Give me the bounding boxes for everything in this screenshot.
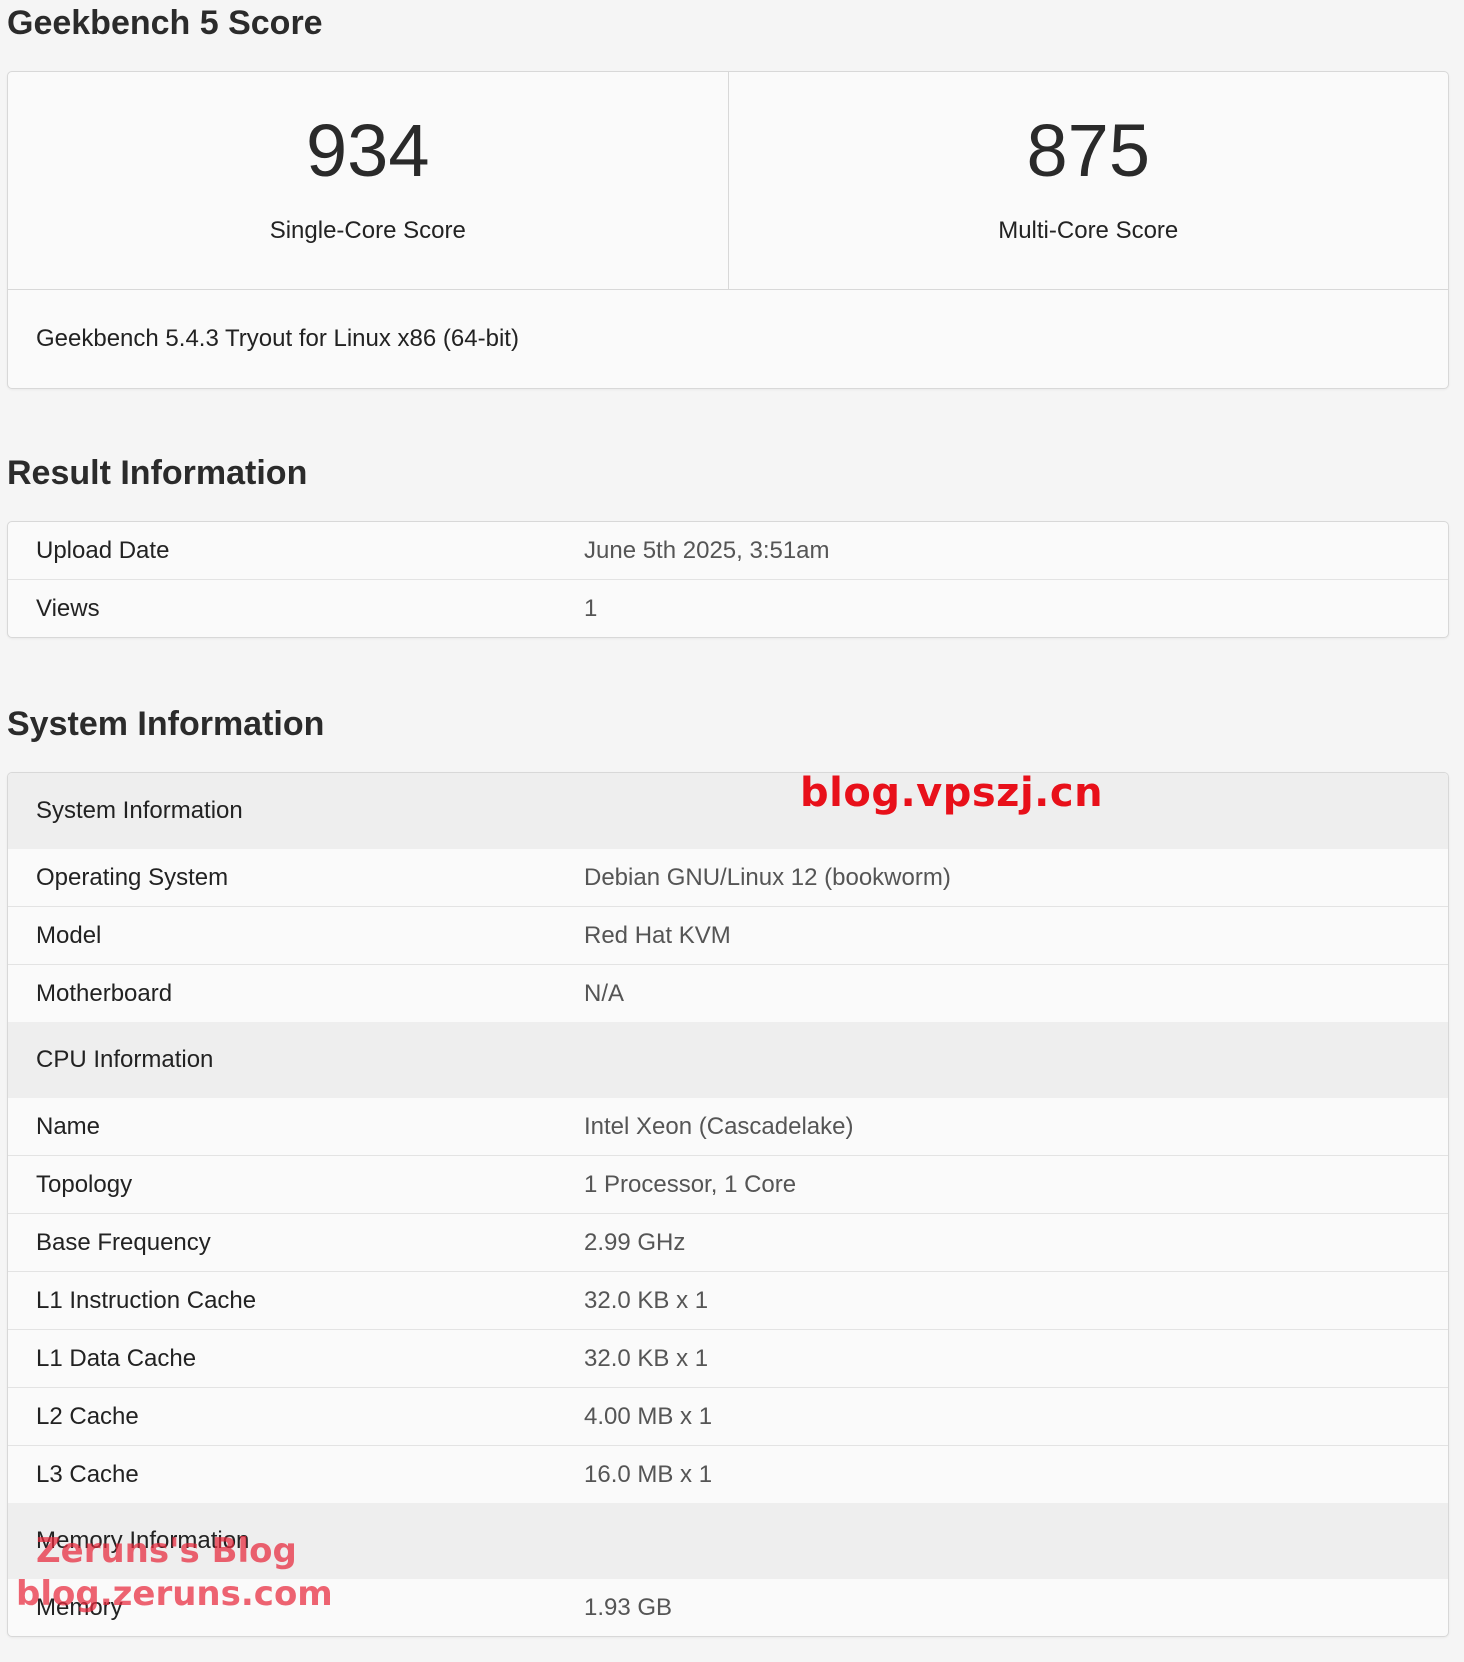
l2-cache-value: 4.00 MB x 1 (584, 1402, 713, 1430)
watermark-top: blog.vpszj.cn (800, 770, 1104, 816)
multi-core-score-label: Multi-Core Score (998, 217, 1179, 244)
result-info-table: Upload Date June 5th 2025, 3:51am Views … (7, 521, 1449, 638)
geekbench-version[interactable]: Geekbench 5.4.3 Tryout for Linux x86 (64… (8, 290, 1448, 388)
table-row: Upload Date June 5th 2025, 3:51am (8, 522, 1448, 579)
multi-core-score-value: 875 (1026, 109, 1150, 192)
l2-cache-key: L2 Cache (36, 1402, 139, 1430)
system-section-title: System Information (7, 705, 325, 743)
table-row: L1 Instruction Cache 32.0 KB x 1 (8, 1271, 1448, 1329)
single-core-cell: 934 Single-Core Score (8, 72, 728, 289)
score-row: 934 Single-Core Score 875 Multi-Core Sco… (8, 72, 1448, 290)
table-row: Operating System Debian GNU/Linux 12 (bo… (8, 849, 1448, 906)
topology-key: Topology (36, 1170, 133, 1198)
cpu-name-value[interactable]: Intel Xeon (Cascadelake) (556, 1113, 1448, 1141)
table-row: L1 Data Cache 32.0 KB x 1 (8, 1329, 1448, 1387)
watermark-bottom-title: Zeruns's Blog (36, 1531, 297, 1571)
views-key: Views (36, 594, 100, 622)
cpu-name-key: Name (36, 1112, 101, 1140)
score-card: 934 Single-Core Score 875 Multi-Core Sco… (7, 71, 1449, 389)
table-row: Base Frequency 2.99 GHz (8, 1213, 1448, 1271)
table-row: Model Red Hat KVM (8, 906, 1448, 964)
l1-instruction-cache-value: 32.0 KB x 1 (584, 1286, 709, 1314)
base-frequency-key: Base Frequency (36, 1228, 211, 1256)
base-frequency-value: 2.99 GHz (584, 1228, 686, 1256)
memory-value: 1.93 GB (584, 1593, 673, 1621)
l3-cache-value: 16.0 MB x 1 (584, 1460, 713, 1488)
l1-data-cache-key: L1 Data Cache (36, 1344, 197, 1372)
single-core-score-value: 934 (306, 109, 430, 192)
multi-core-cell: 875 Multi-Core Score (727, 72, 1449, 289)
score-section-title: Geekbench 5 Score (7, 4, 323, 42)
table-row: Views 1 (8, 579, 1448, 637)
single-core-score-label: Single-Core Score (269, 217, 466, 244)
motherboard-value: N/A (584, 979, 625, 1007)
topology-value: 1 Processor, 1 Core (584, 1170, 797, 1198)
motherboard-key: Motherboard (36, 979, 173, 1007)
table-row: L3 Cache 16.0 MB x 1 (8, 1445, 1448, 1503)
table-row: Topology 1 Processor, 1 Core (8, 1155, 1448, 1213)
upload-date-value: June 5th 2025, 3:51am (584, 536, 830, 564)
os-key: Operating System (36, 863, 229, 891)
table-row: Motherboard N/A (8, 964, 1448, 1022)
l1-data-cache-value: 32.0 KB x 1 (584, 1344, 709, 1372)
table-row: L2 Cache 4.00 MB x 1 (8, 1387, 1448, 1445)
system-info-table: System Information Operating System Debi… (7, 772, 1449, 1637)
group-header-system: System Information (8, 773, 1448, 849)
table-row: Name Intel Xeon (Cascadelake) (8, 1098, 1448, 1155)
group-header-cpu: CPU Information (8, 1022, 1448, 1098)
l3-cache-key: L3 Cache (36, 1460, 139, 1488)
model-key: Model (36, 921, 102, 949)
upload-date-key: Upload Date (36, 536, 170, 564)
watermark-bottom-url: blog.zeruns.com (16, 1574, 333, 1614)
os-value: Debian GNU/Linux 12 (bookworm) (584, 863, 951, 891)
views-value: 1 (584, 594, 598, 622)
l1-instruction-cache-key: L1 Instruction Cache (36, 1286, 257, 1314)
result-section-title: Result Information (7, 454, 308, 492)
model-value: Red Hat KVM (584, 921, 731, 949)
